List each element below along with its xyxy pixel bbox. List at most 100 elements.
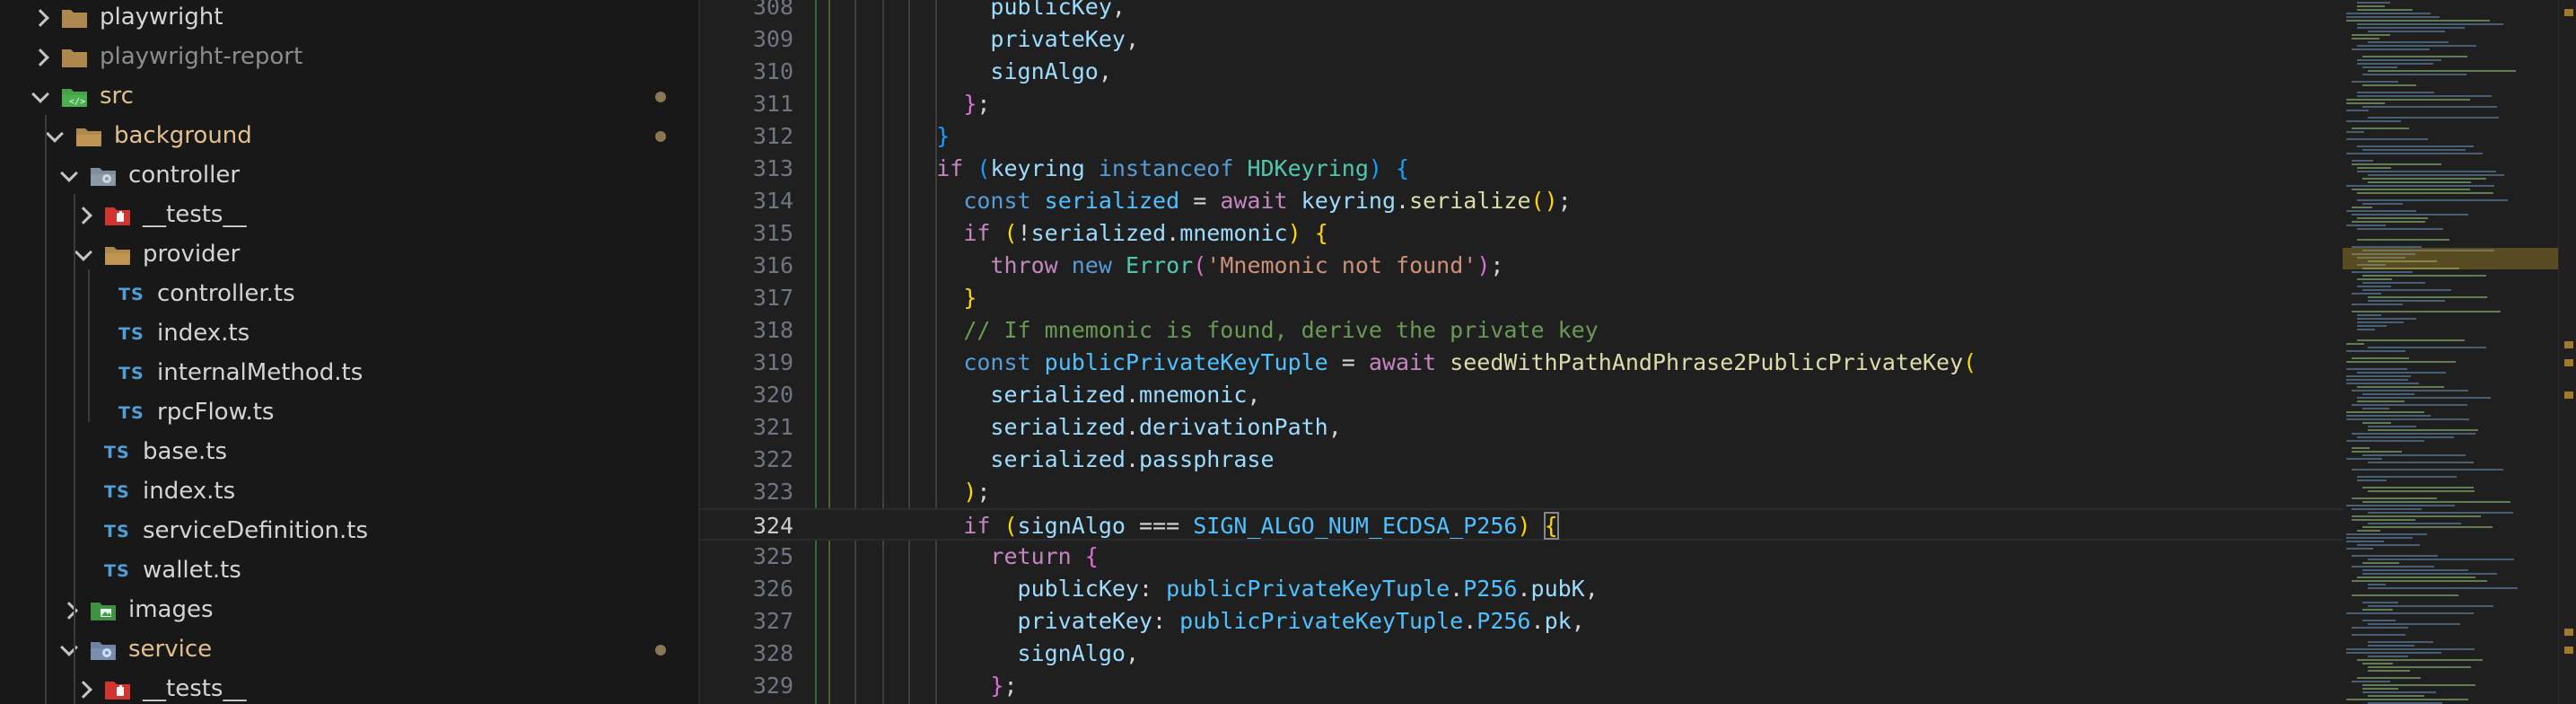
code-line[interactable]: 309 privateKey, [700,23,2343,56]
folder-item[interactable]: __tests__ [0,670,698,704]
minimap-line [2357,27,2465,29]
code-token: , [1247,382,1261,408]
minimap-line [2346,138,2428,140]
file-item[interactable]: TS index.ts [0,314,698,354]
minimap[interactable] [2343,0,2558,704]
folder-item[interactable]: images [0,591,698,630]
line-number: 317 [752,285,793,311]
folder-item[interactable]: playwright-report [0,38,698,77]
code-line[interactable]: 317 } [700,282,2343,314]
code-token: . [1517,576,1531,602]
code-line[interactable]: 316 throw new Error('Mnemonic not found'… [700,250,2343,282]
code-line[interactable]: 310 signAlgo, [700,56,2343,88]
minimap-line [2346,210,2416,212]
minimap-line [2368,587,2518,589]
folder-item[interactable]: service [0,630,698,670]
file-item[interactable]: TS serviceDefinition.ts [0,512,698,551]
code-line[interactable]: 311 }; [700,88,2343,120]
code-text: if (keyring instanceof HDKeyring) { [882,153,1409,185]
minimap-line [2346,361,2456,363]
code-token: . [1166,220,1180,246]
vertical-scrollbar[interactable] [2558,0,2576,704]
minimap-viewport[interactable] [2343,248,2558,269]
minimap-line [2346,699,2468,700]
code-token: ; [977,91,991,117]
code-line[interactable]: 318 // If mnemonic is found, derive the … [700,314,2343,347]
file-item[interactable]: TS controller.ts [0,275,698,314]
minimap-line [2346,612,2474,614]
file-item[interactable]: TS wallet.ts [0,551,698,591]
code-line[interactable]: 315 if (!serialized.mnemonic) { [700,217,2343,250]
folder-item[interactable]: background [0,117,698,156]
code-line[interactable]: 308 publicKey, [700,0,2343,23]
code-line[interactable]: 312 } [700,120,2343,153]
minimap-line [2352,357,2409,359]
code-token: ! [1017,220,1031,246]
minimap-line [2362,282,2425,284]
code-line[interactable]: 324 if (signAlgo === SIGN_ALGO_NUM_ECDSA… [700,508,2343,541]
folder-item[interactable]: __tests__ [0,196,698,235]
chevron-down-icon[interactable] [46,125,64,143]
file-item[interactable]: TS rpcFlow.ts [0,393,698,433]
folder-item[interactable]: playwright [0,0,698,38]
file-item[interactable]: TS index.ts [0,472,698,512]
code-text: const publicPrivateKeyTuple = await seed… [882,347,1976,379]
code-line[interactable]: 329 }; [700,670,2343,702]
chevron-down-icon[interactable] [74,243,92,261]
code-token: ( [1193,252,1207,278]
code-line[interactable]: 314 const serialized = await keyring.ser… [700,185,2343,217]
minimap-line [2346,20,2490,22]
code-text: ); [882,476,990,508]
code-line[interactable]: 320 serialized.mnemonic, [700,379,2343,411]
chevron-right-icon[interactable] [74,681,92,699]
code-token: privateKey [990,26,1126,52]
chevron-down-icon[interactable] [60,164,78,182]
code-text: serialized.derivationPath, [882,411,1341,444]
minimap-line [2357,23,2503,25]
folder-icon [104,679,131,700]
folder-item[interactable]: provider [0,235,698,275]
chevron-right-icon[interactable] [31,48,49,66]
code-line[interactable]: 326 publicKey: publicPrivateKeyTuple.P25… [700,573,2343,605]
code-token: , [1111,0,1126,20]
minimap-line [2352,508,2422,510]
code-token: = [1179,188,1221,214]
code-line[interactable]: 323 ); [700,476,2343,508]
code-text: serialized.passphrase [882,444,1274,476]
folder-item[interactable]: controller [0,156,698,196]
code-line[interactable]: 328 signAlgo, [700,638,2343,670]
code-token: signAlgo [1017,513,1126,539]
minimap-line [2368,181,2471,183]
code-text: // If mnemonic is found, derive the priv… [882,314,1598,347]
code-line[interactable]: 321 serialized.derivationPath, [700,411,2343,444]
chevron-down-icon[interactable] [31,85,49,103]
code-editor[interactable]: 308 publicKey, 309 privateKey, 310 signAlg… [700,0,2343,704]
file-item[interactable]: TS internalMethod.ts [0,354,698,393]
minimap-line [2368,300,2445,302]
code-line[interactable]: 319 const publicPrivateKeyTuple = await … [700,347,2343,379]
code-text: throw new Error('Mnemonic not found'); [882,250,1503,282]
code-token: P256 [1476,608,1531,634]
folder-icon [90,165,117,187]
folder-item[interactable]: </> src [0,77,698,117]
minimap-line [2357,544,2420,546]
chevron-right-icon[interactable] [31,9,49,27]
code-token: publicPrivateKeyTuple [1179,608,1464,634]
file-item[interactable]: TS base.ts [0,433,698,472]
code-token: keyring [990,155,1085,181]
chevron-right-icon[interactable] [74,207,92,224]
code-line[interactable]: 327 privateKey: publicPrivateKeyTuple.P2… [700,605,2343,638]
tree-item-label: playwright-report [100,43,303,70]
code-text: }; [882,88,990,120]
code-token: . [1125,414,1139,440]
code-line[interactable]: 313 if (keyring instanceof HDKeyring) { [700,153,2343,185]
code-line[interactable]: 322 serialized.passphrase [700,444,2343,476]
code-line[interactable]: 325 return { [700,541,2343,573]
modified-indicator-dot [655,131,666,142]
minimap-line [2362,562,2399,564]
